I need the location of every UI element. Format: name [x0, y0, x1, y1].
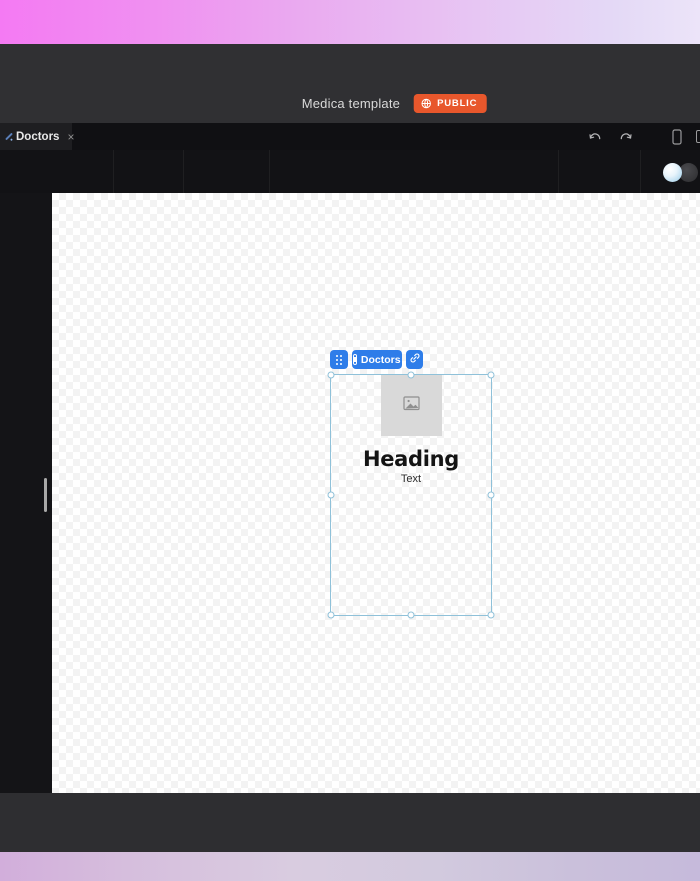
document-title: Medica template: [301, 96, 401, 111]
strip-divider: [558, 150, 559, 193]
frame-icon: [353, 354, 357, 365]
app-window: Medica template PUBLIC Doctors × Doctors…: [0, 0, 700, 881]
left-sidebar: [0, 193, 52, 793]
selected-element[interactable]: Heading Text: [327, 371, 495, 619]
resize-handle-top-left[interactable]: [327, 371, 335, 379]
public-badge[interactable]: PUBLIC: [414, 94, 487, 113]
resize-handle-bottom-right[interactable]: [487, 611, 495, 619]
globe-icon: [421, 98, 432, 109]
tab-bar-actions: [586, 123, 700, 150]
tab-doctors[interactable]: Doctors ×: [0, 123, 74, 150]
phone-preview-icon[interactable]: [668, 128, 686, 146]
link-icon: [409, 352, 421, 367]
app-header: Medica template PUBLIC: [0, 44, 700, 123]
card-heading[interactable]: Heading: [331, 447, 491, 471]
card-text[interactable]: Text: [331, 473, 491, 485]
strip-divider: [269, 150, 270, 193]
image-placeholder-icon: [402, 395, 420, 416]
resize-handle-middle-left[interactable]: [327, 491, 335, 499]
card-component: Heading Text: [331, 375, 491, 485]
resize-handle-bottom-left[interactable]: [327, 611, 335, 619]
design-canvas[interactable]: Doctors Heading Text: [52, 193, 700, 793]
link-button[interactable]: [406, 350, 423, 369]
drag-handle-button[interactable]: [330, 350, 348, 369]
strip-divider: [640, 150, 641, 193]
resize-handle-top-right[interactable]: [487, 371, 495, 379]
top-gradient-banner: [0, 0, 700, 44]
component-diamond-icon: [5, 132, 13, 141]
resize-handle-middle-right[interactable]: [487, 491, 495, 499]
public-badge-label: PUBLIC: [437, 98, 478, 109]
bottom-bar: [0, 793, 700, 852]
sidebar-resize-handle[interactable]: [44, 478, 47, 512]
component-button[interactable]: Doctors: [352, 350, 402, 369]
component-button-label: Doctors: [360, 353, 401, 366]
collaborator-avatars: [663, 163, 698, 182]
document-title-group: Medica template PUBLIC: [302, 94, 487, 113]
strip-divider: [183, 150, 184, 193]
drag-handle-icon: [336, 354, 342, 365]
clipped-toolbar-icon: [696, 130, 700, 143]
light-avatar[interactable]: [663, 163, 682, 182]
resize-handle-top-middle[interactable]: [407, 371, 415, 379]
editor-workspace: Doctors Heading Text: [0, 193, 700, 793]
selection-toolbar: Doctors: [330, 350, 423, 369]
bottom-gradient-banner: [0, 852, 700, 881]
image-placeholder[interactable]: [380, 375, 442, 436]
redo-icon[interactable]: [616, 128, 634, 146]
tab-label: Doctors: [16, 130, 60, 143]
tab-close-icon[interactable]: ×: [67, 130, 74, 144]
tab-bar: Doctors ×: [0, 123, 700, 150]
undo-icon[interactable]: [586, 128, 604, 146]
resize-handle-bottom-middle[interactable]: [407, 611, 415, 619]
strip-divider: [113, 150, 114, 193]
toolbar-strip: [0, 150, 700, 193]
